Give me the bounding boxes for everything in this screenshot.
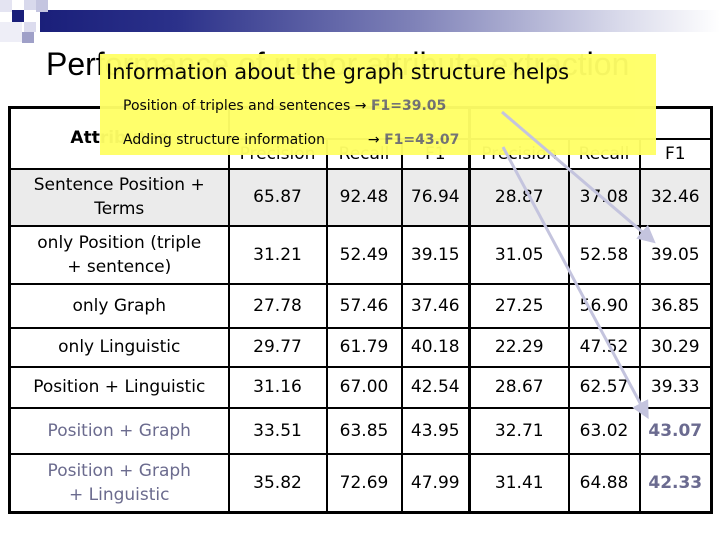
decoration-square [36, 0, 48, 12]
cell: 27.78 [227, 282, 328, 329]
results-table: Attributes Precision Recall F1 Precision… [8, 106, 713, 514]
cell: 72.69 [325, 452, 403, 514]
table-row: Position + Graph + Linguistic 35.82 72.6… [8, 452, 713, 514]
cell: 65.87 [227, 167, 328, 227]
arrow-right-icon: → [354, 98, 367, 114]
cell: 62.57 [567, 365, 641, 409]
decoration-square [0, 22, 22, 42]
cell: 29.77 [227, 326, 328, 368]
cell: 52.58 [567, 224, 641, 285]
row-label: only Linguistic [8, 326, 230, 368]
cell: 39.33 [638, 365, 713, 409]
table-row: Sentence Position + Terms 65.87 92.48 76… [8, 167, 713, 227]
cell: 35.82 [227, 452, 328, 514]
row-label: Position + Graph [8, 406, 230, 455]
cell: 39.05 [638, 224, 713, 285]
decoration-square [0, 0, 12, 12]
callout-heading: Information about the graph structure he… [106, 60, 570, 84]
cell: 39.15 [400, 224, 471, 285]
cell: 47.99 [400, 452, 471, 514]
row-label: Position + Graph + Linguistic [8, 452, 230, 514]
cell: 22.29 [468, 326, 570, 368]
cell: 67.00 [325, 365, 403, 409]
table-row: only Position (triple + sentence) 31.21 … [8, 224, 713, 285]
cell: 37.08 [567, 167, 641, 227]
cell: 31.05 [468, 224, 570, 285]
cell: 61.79 [325, 326, 403, 368]
row-label: only Position (triple + sentence) [8, 224, 230, 285]
cell: 36.85 [638, 282, 713, 329]
cell: 32.71 [468, 406, 570, 455]
cell: 64.88 [567, 452, 641, 514]
cell: 76.94 [400, 167, 471, 227]
arrow-right-icon: → [367, 132, 380, 148]
table-row: Position + Linguistic 31.16 67.00 42.54 … [8, 365, 713, 409]
cell: 37.46 [400, 282, 471, 329]
decoration-square [24, 22, 36, 32]
callout-line-position: Position of triples and sentences → F1=3… [123, 98, 446, 114]
callout-result: F1=43.07 [384, 132, 460, 148]
cell: 40.18 [400, 326, 471, 368]
cell: 52.49 [325, 224, 403, 285]
cell: 33.51 [227, 406, 328, 455]
callout-popup: Information about the graph structure he… [100, 54, 656, 155]
table-row: Position + Graph 33.51 63.85 43.95 32.71… [8, 406, 713, 455]
row-label: Position + Linguistic [8, 365, 230, 409]
cell: 31.16 [227, 365, 328, 409]
callout-label: Adding structure information [123, 132, 325, 148]
decoration-square [12, 10, 24, 22]
cell: 63.85 [325, 406, 403, 455]
cell: 42.54 [400, 365, 471, 409]
row-label: Sentence Position + Terms [8, 167, 230, 227]
title-decoration-bar [40, 10, 720, 32]
cell: 56.90 [567, 282, 641, 329]
cell: 92.48 [325, 167, 403, 227]
decoration-square [24, 0, 36, 10]
row-label: only Graph [8, 282, 230, 329]
callout-line-structure: Adding structure information → F1=43.07 [123, 132, 459, 148]
decoration-square [22, 32, 34, 43]
table-row: only Linguistic 29.77 61.79 40.18 22.29 … [8, 326, 713, 368]
cell: 27.25 [468, 282, 570, 329]
cell: 32.46 [638, 167, 713, 227]
highlighted-cell: 43.07 [638, 406, 713, 455]
cell: 31.21 [227, 224, 328, 285]
callout-result: F1=39.05 [370, 98, 447, 114]
cell: 57.46 [325, 282, 403, 329]
cell: 28.67 [468, 365, 570, 409]
callout-label: Position of triples and sentences [123, 98, 351, 114]
table-row: only Graph 27.78 57.46 37.46 27.25 56.90… [8, 282, 713, 329]
cell: 31.41 [468, 452, 570, 514]
cell: 28.87 [468, 167, 570, 227]
highlighted-cell: 42.33 [638, 452, 713, 514]
cell: 63.02 [567, 406, 641, 455]
cell: 43.95 [400, 406, 471, 455]
cell: 30.29 [638, 326, 713, 368]
cell: 47.52 [567, 326, 641, 368]
